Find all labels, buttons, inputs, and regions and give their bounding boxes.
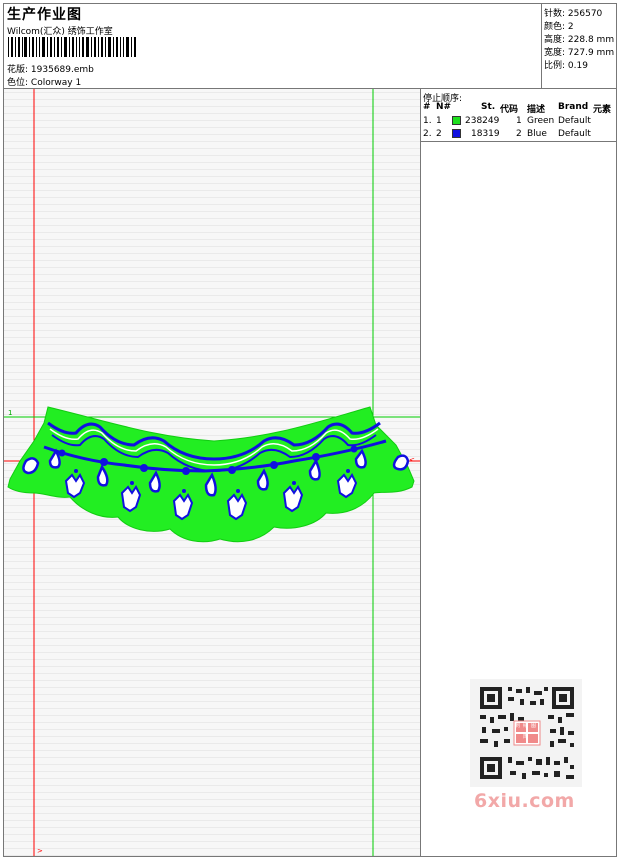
panel-divider <box>420 89 421 856</box>
design-file: 1935689.emb <box>30 65 94 75</box>
row-index: 2. <box>423 129 432 139</box>
stat-height: 高度: 228.8 mm <box>544 35 615 45</box>
row-index: 1. <box>423 116 432 126</box>
col-header-brand: Brand <box>558 102 589 112</box>
embroidery-preview: 1 < > <box>4 89 420 856</box>
row-stitches: 238249 <box>465 116 500 126</box>
row-description: Green <box>527 116 555 126</box>
row-code: 1 <box>516 116 522 126</box>
row-n: 2 <box>436 129 442 139</box>
design-canvas[interactable]: 1 < > <box>4 89 420 856</box>
design-file-row: 花版: 1935689.emb <box>7 62 94 75</box>
stat-colors: 颜色: 2 <box>544 22 574 32</box>
col-header-description: 描述 <box>527 105 546 115</box>
watermark-site[interactable]: 6xiu.com <box>474 790 575 812</box>
company-name: Wilcom(汇众) 绣饰工作室 <box>7 27 113 37</box>
svg-text:1: 1 <box>8 409 12 417</box>
col-header-code: 代码 <box>500 105 519 115</box>
colorway-row: 色位: Colorway 1 <box>7 75 81 88</box>
stat-width: 宽度: 727.9 mm <box>544 48 615 58</box>
barcode <box>8 37 136 57</box>
colorway-label: 色位: <box>7 78 29 88</box>
colorway-name: Colorway 1 <box>30 78 82 88</box>
header-stats-divider <box>541 3 542 88</box>
qr-stamp-text: 刺绣图库 <box>514 723 539 740</box>
row-code: 2 <box>516 129 522 139</box>
row-brand: Default <box>558 116 591 126</box>
page-title: 生产作业图 <box>7 7 82 23</box>
col-header-n: N# <box>436 102 452 112</box>
svg-text:>: > <box>37 847 43 855</box>
row-description: Blue <box>527 129 547 139</box>
svg-text:<: < <box>409 456 415 464</box>
color-swatch-blue <box>452 129 461 138</box>
design-label: 花版: <box>7 65 29 75</box>
stat-scale: 比例: 0.19 <box>544 61 588 71</box>
color-swatch-green <box>452 116 461 125</box>
table-divider <box>421 141 617 142</box>
row-stitches: 18319 <box>471 129 500 139</box>
row-brand: Default <box>558 129 591 139</box>
col-header-stitches: St. <box>481 102 496 112</box>
row-n: 1 <box>436 116 442 126</box>
stat-stitches: 针数: 256570 <box>544 9 603 19</box>
col-header-element: 元素 <box>593 105 612 115</box>
col-header-index: # <box>423 102 431 112</box>
